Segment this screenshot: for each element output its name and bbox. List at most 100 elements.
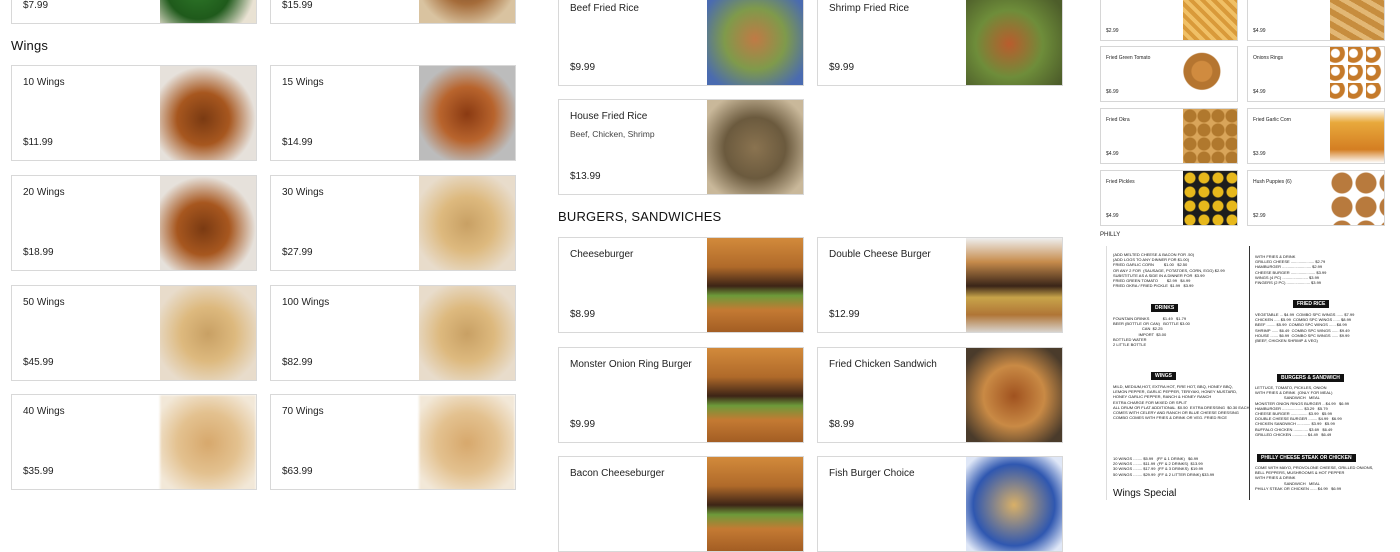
section-title-wings: Wings xyxy=(11,38,49,53)
side-item-card[interactable]: $2.99 xyxy=(1100,0,1238,41)
item-price: $27.99 xyxy=(282,247,313,258)
item-photo xyxy=(966,348,1062,442)
item-price: $45.99 xyxy=(23,357,54,368)
menu-divider xyxy=(1249,246,1250,500)
item-photo xyxy=(419,66,515,160)
menu-sides-text: (ADD MELTED CHEESE & BACON FOR .50) (ADD… xyxy=(1113,252,1225,289)
item-photo xyxy=(419,176,515,270)
item-price: $15.99 xyxy=(282,0,313,11)
menu-item-card[interactable]: $15.99 xyxy=(270,0,516,24)
item-photo xyxy=(160,286,256,380)
menu-item-card[interactable]: 100 Wings $82.99 xyxy=(270,285,516,381)
item-price: $14.99 xyxy=(282,137,313,148)
section-title-burgers: BURGERS, SANDWICHES xyxy=(558,209,722,224)
menu-item-card[interactable]: 40 Wings $35.99 xyxy=(11,394,257,490)
item-price: $6.99 xyxy=(1106,89,1119,95)
menu-philly-bar: PHILLY CHEESE STEAK OR CHICKEN xyxy=(1257,454,1356,462)
item-photo xyxy=(707,0,803,85)
item-name: Hush Puppies (6) xyxy=(1253,179,1292,185)
item-name: Onions Rings xyxy=(1253,55,1284,61)
menu-item-card[interactable]: Monster Onion Ring Burger $9.99 xyxy=(558,347,804,443)
item-price: $4.99 xyxy=(1106,213,1119,219)
menu-drinks-text: FOUNTAIN DRINKS $1.49 $1.79 BEER (BOTTLE… xyxy=(1113,316,1190,348)
side-item-card[interactable]: Hush Puppies (6) $2.99 xyxy=(1247,170,1385,226)
item-name: 50 Wings xyxy=(23,297,65,308)
side-item-card[interactable]: Fried Okra $4.99 xyxy=(1100,108,1238,164)
menu-kids-text: WITH FRIES & DRINK GRILLED CHEESE ......… xyxy=(1255,254,1327,286)
menu-item-card[interactable]: 70 Wings $63.99 xyxy=(270,394,516,490)
item-name: 20 Wings xyxy=(23,187,65,198)
menu-item-card[interactable]: Double Cheese Burger $12.99 xyxy=(817,237,1063,333)
item-price: $8.99 xyxy=(829,419,855,430)
item-name: 40 Wings xyxy=(23,406,65,417)
item-photo xyxy=(160,395,256,489)
item-photo xyxy=(419,286,515,380)
item-name: Double Cheese Burger xyxy=(829,249,931,260)
item-name: 15 Wings xyxy=(282,77,324,88)
item-photo xyxy=(1183,0,1237,40)
item-photo xyxy=(707,238,803,332)
menu-fried-rice-bar: FRIED RICE xyxy=(1293,300,1330,308)
item-price: $63.99 xyxy=(282,466,313,477)
item-photo xyxy=(160,0,256,23)
item-price: $82.99 xyxy=(282,357,313,368)
menu-wings-special: Wings Special xyxy=(1113,488,1177,499)
item-name: House Fried Rice xyxy=(570,111,648,122)
menu-item-card[interactable]: Fried Chicken Sandwich $8.99 xyxy=(817,347,1063,443)
item-price: $9.99 xyxy=(570,419,596,430)
menu-fried-rice-text: VEGETABLE ... $4.99 COMBO SPC WINGS ....… xyxy=(1255,312,1355,344)
item-photo xyxy=(1330,0,1384,40)
item-photo xyxy=(160,176,256,270)
item-name: Shrimp Fried Rice xyxy=(829,3,910,14)
item-price: $4.99 xyxy=(1253,89,1266,95)
item-price: $12.99 xyxy=(829,309,860,320)
item-photo xyxy=(1330,109,1384,163)
item-price: $13.99 xyxy=(570,171,601,182)
menu-item-card[interactable]: 30 Wings $27.99 xyxy=(270,175,516,271)
item-photo xyxy=(966,0,1062,85)
item-name: Fried Pickles xyxy=(1106,179,1135,185)
menu-wings-bar: WINGS xyxy=(1151,372,1176,380)
item-name: 100 Wings xyxy=(282,297,330,308)
menu-item-card[interactable]: $7.99 xyxy=(11,0,257,24)
menu-item-card[interactable]: 10 Wings $11.99 xyxy=(11,65,257,161)
side-item-card[interactable]: Fried Garlic Corn $3.99 xyxy=(1247,108,1385,164)
item-name: Bacon Cheeseburger xyxy=(570,468,665,479)
menu-item-card[interactable]: 50 Wings $45.99 xyxy=(11,285,257,381)
menu-drinks-bar: DRINKS xyxy=(1151,304,1179,312)
menu-item-card[interactable]: Cheeseburger $8.99 xyxy=(558,237,804,333)
item-photo xyxy=(707,348,803,442)
menu-wings-text: MILD, MEDIUM,HOT, EXTRA HOT, FIRE HOT, B… xyxy=(1113,384,1250,421)
item-name: Beef Fried Rice xyxy=(570,3,639,14)
item-price: $18.99 xyxy=(23,247,54,258)
item-price: $11.99 xyxy=(23,137,53,148)
menu-item-card[interactable]: Shrimp Fried Rice $9.99 xyxy=(817,0,1063,86)
menu-item-card[interactable]: 15 Wings $14.99 xyxy=(270,65,516,161)
item-name: Fried Chicken Sandwich xyxy=(829,359,937,370)
item-description: Beef, Chicken, Shrimp xyxy=(570,129,655,139)
menu-philly-text: COME WITH MAYO, PROVOLONE CHEESE, GRILLE… xyxy=(1255,465,1374,491)
section-label-philly: PHILLY xyxy=(1100,232,1121,238)
item-price: $9.99 xyxy=(829,62,855,73)
item-photo xyxy=(1183,171,1237,225)
side-item-card[interactable]: Fried Green Tomato $6.99 xyxy=(1100,46,1238,102)
menu-item-card[interactable]: Beef Fried Rice $9.99 xyxy=(558,0,804,86)
item-price: $4.99 xyxy=(1106,151,1119,157)
side-item-card[interactable]: $4.99 xyxy=(1247,0,1385,41)
side-item-card[interactable]: Onions Rings $4.99 xyxy=(1247,46,1385,102)
item-price: $2.99 xyxy=(1106,28,1119,34)
item-photo xyxy=(966,238,1062,332)
menu-item-card[interactable]: Bacon Cheeseburger xyxy=(558,456,804,552)
item-photo xyxy=(1330,171,1384,225)
item-price: $9.99 xyxy=(570,62,596,73)
item-price: $4.99 xyxy=(1253,28,1266,34)
menu-item-card[interactable]: House Fried Rice Beef, Chicken, Shrimp $… xyxy=(558,99,804,195)
printed-menu-image[interactable]: (ADD MELTED CHEESE & BACON FOR .50) (ADD… xyxy=(1106,246,1392,500)
menu-item-card[interactable]: Fish Burger Choice xyxy=(817,456,1063,552)
item-name: 30 Wings xyxy=(282,187,324,198)
item-name: Monster Onion Ring Burger xyxy=(570,359,692,370)
menu-item-card[interactable]: 20 Wings $18.99 xyxy=(11,175,257,271)
item-price: $2.99 xyxy=(1253,213,1266,219)
item-photo xyxy=(160,66,256,160)
side-item-card[interactable]: Fried Pickles $4.99 xyxy=(1100,170,1238,226)
